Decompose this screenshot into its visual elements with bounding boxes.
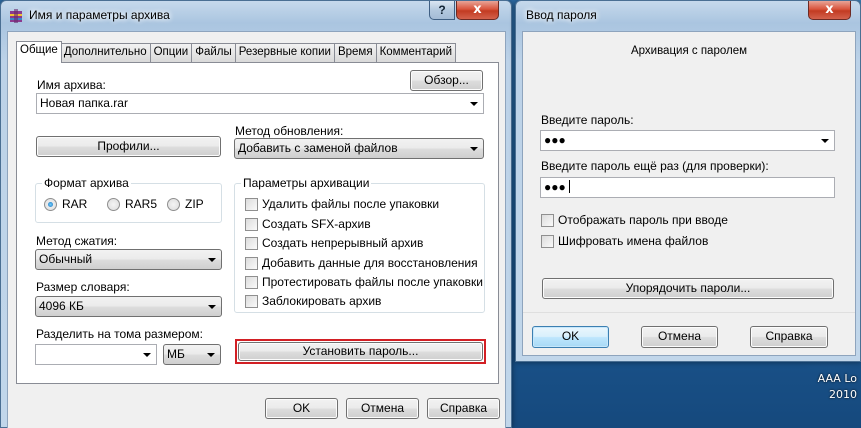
password-input[interactable]: ●●●: [540, 130, 835, 151]
close-icon[interactable]: x: [808, 1, 851, 20]
profiles-button[interactable]: Профили...: [36, 136, 221, 157]
checkbox-show-password[interactable]: [541, 214, 554, 227]
ok-button[interactable]: OK: [265, 398, 338, 419]
tab-options[interactable]: Опции: [150, 43, 193, 62]
chevron-down-icon[interactable]: [470, 102, 478, 106]
archive-name-combo[interactable]: Новая папка.rar: [36, 93, 484, 114]
checkbox-lock[interactable]: [245, 295, 258, 308]
archive-settings-titlebar: Имя и параметры архива ? x: [1, 1, 511, 31]
confirm-password-label: Введите пароль ещё раз (для проверки):: [541, 159, 769, 173]
chevron-down-icon[interactable]: [470, 147, 478, 151]
update-method-value: Добавить с заменой файлов: [238, 141, 398, 155]
checkbox-delete-after-label: Удалить файлы после упаковки: [262, 197, 440, 211]
checkbox-recovery[interactable]: [245, 257, 258, 270]
compression-select[interactable]: Обычный: [35, 249, 222, 270]
password-help-button[interactable]: Справка: [750, 326, 828, 348]
chevron-down-icon[interactable]: [821, 139, 829, 143]
checkbox-test[interactable]: [245, 276, 258, 289]
radio-rar[interactable]: [44, 198, 57, 211]
archive-settings-window: Имя и параметры архива ? x Общие Дополни…: [0, 0, 512, 428]
password-window: Ввод пароля x Архивация с паролем Введит…: [515, 0, 861, 362]
chevron-down-icon[interactable]: [143, 353, 151, 357]
tab-time[interactable]: Время: [334, 43, 377, 62]
password-cancel-button[interactable]: Отмена: [641, 326, 718, 348]
dictionary-value: 4096 КБ: [39, 299, 84, 313]
password-value: ●●●: [544, 133, 566, 147]
password-titlebar: Ввод пароля x: [516, 1, 860, 31]
desktop-text-line-2: 2010: [829, 388, 857, 401]
radio-zip[interactable]: [167, 198, 180, 211]
compression-label: Метод сжатия:: [36, 234, 118, 248]
chevron-down-icon[interactable]: [208, 305, 216, 309]
compression-value: Обычный: [39, 252, 93, 266]
tab-general[interactable]: Общие: [16, 41, 62, 63]
checkbox-solid[interactable]: [245, 237, 258, 250]
cancel-button[interactable]: Отмена: [346, 398, 419, 419]
update-method-label: Метод обновления:: [235, 124, 344, 138]
password-header-band: Архивация с паролем: [523, 32, 855, 98]
tab-files[interactable]: Файлы: [192, 43, 236, 62]
archive-settings-tabs: Общие Дополнительно Опции Файлы Резервны…: [16, 41, 457, 63]
general-tab-panel: Имя архива: Обзор... Новая папка.rar Про…: [16, 62, 499, 384]
update-method-select[interactable]: Добавить с заменой файлов: [234, 138, 484, 159]
checkbox-sfx-label: Создать SFX-архив: [262, 217, 371, 231]
chevron-down-icon[interactable]: [208, 258, 216, 262]
archive-name-value: Новая папка.rar: [40, 96, 128, 110]
split-unit-select[interactable]: МБ: [163, 344, 221, 365]
archive-format-title: Формат архива: [42, 176, 131, 190]
set-password-button[interactable]: Установить пароль...: [238, 342, 483, 361]
password-ok-button[interactable]: OK: [532, 326, 609, 348]
organize-passwords-button[interactable]: Упорядочить пароли...: [542, 278, 834, 299]
checkbox-show-password-label: Отображать пароль при вводе: [558, 213, 728, 227]
archiving-options-group: Параметры архивации Удалить файлы после …: [234, 176, 485, 313]
desktop-text-line-1: AAA Lo: [817, 372, 857, 385]
tab-advanced[interactable]: Дополнительно: [60, 43, 151, 62]
password-heading: Архивация с паролем: [630, 45, 748, 57]
browse-button[interactable]: Обзор...: [410, 70, 483, 91]
checkbox-encrypt-names-label: Шифровать имена файлов: [558, 234, 709, 248]
dictionary-select[interactable]: 4096 КБ: [35, 296, 222, 317]
tab-backup[interactable]: Резервные копии: [235, 43, 335, 62]
radio-rar5-label: RAR5: [125, 197, 158, 211]
split-volumes-label: Разделить на тома размером:: [36, 327, 203, 341]
help-title-button[interactable]: ?: [429, 1, 455, 20]
radio-rar5[interactable]: [107, 198, 120, 211]
password-label: Введите пароль:: [541, 113, 634, 127]
winrar-app-icon: [9, 9, 23, 23]
checkbox-encrypt-names[interactable]: [541, 235, 554, 248]
confirm-password-value: ●●●: [544, 180, 566, 194]
split-volumes-combo[interactable]: [35, 344, 157, 365]
password-client: Архивация с паролем Введите пароль: ●●● …: [522, 31, 856, 356]
checkbox-delete-after[interactable]: [245, 198, 258, 211]
radio-zip-label: ZIP: [185, 197, 204, 211]
radio-rar-label: RAR: [62, 197, 88, 211]
checkbox-solid-label: Создать непрерывный архив: [262, 236, 424, 250]
chevron-down-icon[interactable]: [207, 353, 215, 357]
confirm-password-input[interactable]: ●●●: [540, 177, 835, 198]
split-unit-value: МБ: [167, 347, 185, 361]
help-button[interactable]: Справка: [427, 398, 500, 419]
checkbox-test-label: Протестировать файлы после упаковки: [262, 275, 483, 289]
password-window-title: Ввод пароля: [526, 8, 597, 22]
archive-format-group: Формат архива RAR RAR5 ZIP: [35, 176, 222, 223]
tab-comment[interactable]: Комментарий: [376, 43, 457, 62]
checkbox-sfx[interactable]: [245, 218, 258, 231]
dictionary-label: Размер словаря:: [36, 280, 130, 294]
archive-settings-title: Имя и параметры архива: [29, 8, 170, 22]
password-footer-divider: [523, 312, 855, 313]
close-icon[interactable]: x: [456, 1, 499, 20]
checkbox-lock-label: Заблокировать архив: [262, 294, 382, 308]
archiving-options-title: Параметры архивации: [241, 176, 372, 190]
archive-name-label: Имя архива:: [37, 78, 106, 92]
checkbox-recovery-label: Добавить данные для восстановления: [262, 256, 478, 270]
text-cursor: [569, 180, 571, 193]
